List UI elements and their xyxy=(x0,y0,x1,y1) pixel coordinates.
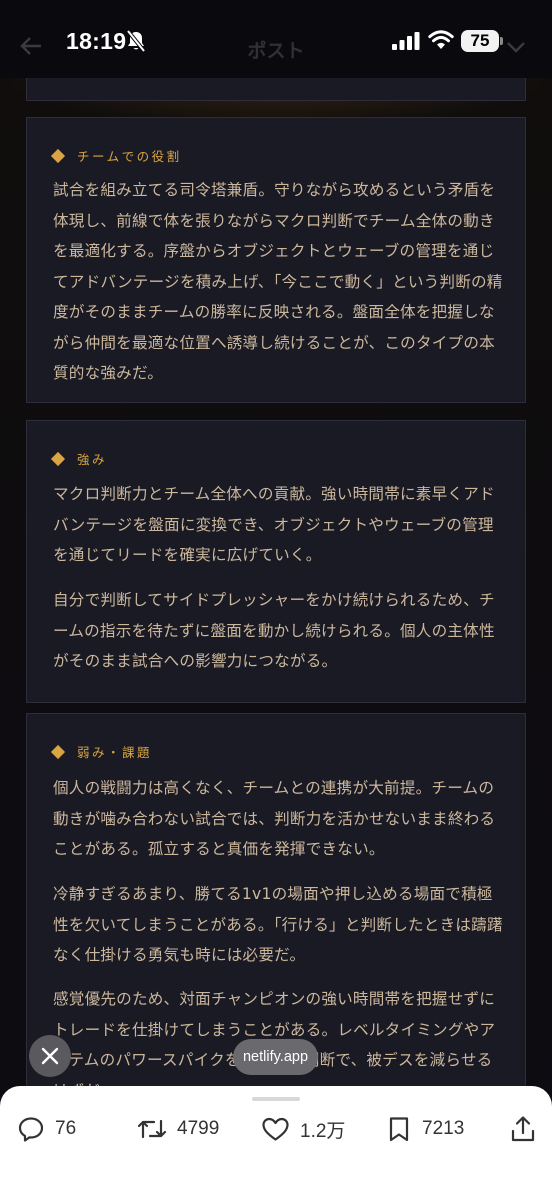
bookmark-button[interactable]: 7213 xyxy=(386,1114,464,1144)
repost-icon xyxy=(137,1119,167,1139)
section-card-role: チームでの役割 試合を組み立てる司令塔兼盾。守りながら攻めるという矛盾を体現し、… xyxy=(26,117,526,403)
section-card-weaknesses: 弱み・課題 個人の戦闘力は高くなく、チームとの連携が大前提。チームの動きが噛み合… xyxy=(26,713,526,1100)
share-icon xyxy=(511,1116,535,1142)
close-browser-button[interactable] xyxy=(29,1035,71,1077)
reply-icon xyxy=(18,1117,44,1142)
section-title: 強み xyxy=(77,452,108,467)
battery-indicator: 75 xyxy=(461,30,499,52)
like-button[interactable]: 1.2万 xyxy=(261,1114,345,1144)
section-header: 強み xyxy=(50,449,108,468)
section-paragraph: マクロ判断力とチーム全体への貢献。強い時間帯に素早くアドバンテージを盤面に変換で… xyxy=(53,485,495,564)
more-icon[interactable] xyxy=(506,40,526,54)
section-paragraph: 自分で判断してサイドプレッシャーをかけ続けられるため、チームの指示を待たずに盤面… xyxy=(53,591,495,670)
section-header: チームでの役割 xyxy=(50,146,182,165)
repost-count: 4799 xyxy=(177,1118,220,1139)
section-paragraph: 個人の戦闘力は高くなく、チームとの連携が大前提。チームの動きが噛み合わない試合で… xyxy=(53,779,496,858)
bookmark-count: 7213 xyxy=(422,1118,465,1139)
section-card-strengths: 強み マクロ判断力とチーム全体への貢献。強い時間帯に素早くアドバンテージを盤面に… xyxy=(26,420,526,703)
section-title: チームでの役割 xyxy=(77,149,182,164)
diamond-bullet-icon xyxy=(50,148,66,163)
wifi-icon xyxy=(428,30,454,49)
diamond-bullet-icon xyxy=(50,744,66,759)
section-paragraph: 試合を組み立てる司令塔兼盾。守りながら攻めるという矛盾を体現し、前線で体を張りな… xyxy=(53,181,503,382)
reply-count: 76 xyxy=(55,1118,77,1139)
battery-nub xyxy=(500,37,503,45)
like-count: 1.2万 xyxy=(300,1120,346,1142)
engagement-bar: 76 4799 1.2万 7213 xyxy=(0,1086,552,1200)
bookmark-icon xyxy=(389,1117,409,1142)
repost-button[interactable]: 4799 xyxy=(137,1114,219,1144)
bell-off-icon xyxy=(126,30,146,52)
url-chip[interactable]: netlify.app xyxy=(233,1039,318,1075)
section-title: 弱み・課題 xyxy=(77,745,153,760)
diamond-bullet-icon xyxy=(50,451,66,466)
share-button[interactable] xyxy=(510,1114,536,1144)
close-icon xyxy=(41,1047,59,1065)
status-time: 18:19 xyxy=(66,28,127,54)
section-header: 弱み・課題 xyxy=(50,742,153,761)
sheet-grabber[interactable] xyxy=(252,1097,300,1101)
cellular-signal-icon xyxy=(392,32,420,50)
battery-level: 75 xyxy=(470,31,490,50)
url-domain: netlify.app xyxy=(242,1049,309,1065)
heart-icon xyxy=(262,1117,289,1141)
status-bar: ポスト 18:19 75 xyxy=(0,0,552,78)
section-paragraph: 冷静すぎるあまり、勝てる1v1の場面や押し込める場面で積極性を欠いてしまうことが… xyxy=(53,885,503,964)
reply-button[interactable]: 76 xyxy=(17,1114,76,1144)
